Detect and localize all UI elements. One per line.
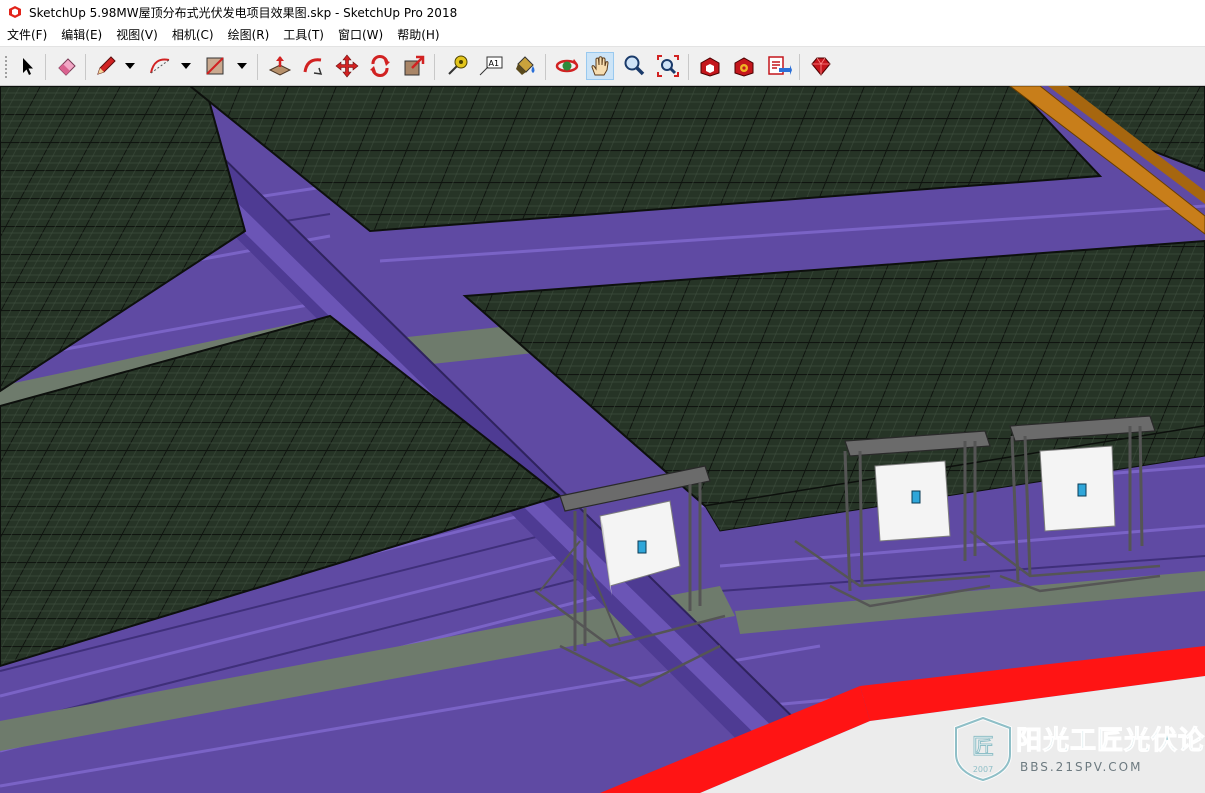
toolbar-separator: [688, 54, 689, 80]
chevron-down-icon: [181, 63, 191, 69]
orbit-button[interactable]: [553, 52, 581, 80]
ruby-icon: [811, 57, 831, 76]
zoom-extents-button[interactable]: [654, 52, 682, 80]
menu-help[interactable]: 帮助(H): [390, 24, 446, 46]
toolbar-separator: [257, 54, 258, 80]
menu-view[interactable]: 视图(V): [109, 24, 165, 46]
pencil-icon: [97, 56, 116, 75]
push-pull-button[interactable]: [266, 52, 294, 80]
pencil-dropdown[interactable]: [123, 56, 137, 76]
extension-warehouse-button[interactable]: [730, 52, 758, 80]
main-toolbar: A1: [0, 46, 1205, 86]
watermark-seal-text: 匠: [972, 735, 994, 760]
follow-me-button[interactable]: [299, 52, 327, 80]
menu-draw[interactable]: 绘图(R): [221, 24, 277, 46]
watermark-url: BBS.21SPV.COM: [1020, 760, 1143, 774]
chevron-down-icon: [237, 63, 247, 69]
zoom-icon: [624, 55, 645, 76]
rectangle-button[interactable]: [201, 52, 229, 80]
pan-icon: [591, 56, 609, 76]
layout-button[interactable]: [765, 52, 793, 80]
pencil-button[interactable]: [92, 52, 120, 80]
paint-bucket-icon: [516, 56, 535, 75]
menu-file[interactable]: 文件(F): [0, 24, 54, 46]
follow-me-icon: [303, 58, 323, 75]
rectangle-icon: [206, 57, 224, 75]
select-icon: [23, 58, 33, 75]
text-icon: A1: [479, 56, 503, 76]
orbit-icon: [555, 59, 579, 73]
chevron-down-icon: [125, 63, 135, 69]
title-bar: SketchUp 5.98MW屋顶分布式光伏发电项目效果图.skp - Sket…: [0, 0, 1205, 24]
zoom-button[interactable]: [620, 52, 648, 80]
forum-watermark: 匠 2007 阳光工匠光伏论坛 BBS.21SPV.COM: [952, 714, 1205, 789]
model-viewport[interactable]: 匠 2007 阳光工匠光伏论坛 BBS.21SPV.COM: [0, 86, 1205, 793]
arc-icon: [150, 58, 170, 74]
rectangle-dropdown[interactable]: [235, 56, 249, 76]
tape-measure-button[interactable]: [443, 52, 471, 80]
move-button[interactable]: [333, 52, 361, 80]
warehouse-icon: [700, 57, 720, 77]
warehouse-button[interactable]: [696, 52, 724, 80]
menu-tools[interactable]: 工具(T): [276, 24, 331, 46]
tape-measure-icon: [448, 55, 468, 75]
push-pull-icon: [268, 56, 292, 76]
toolbar-separator: [799, 54, 800, 80]
toolbar-separator: [434, 54, 435, 80]
menu-camera[interactable]: 相机(C): [165, 24, 221, 46]
toolbar-separator: [45, 54, 46, 80]
scale-button[interactable]: [400, 52, 428, 80]
rooftop-pv-scene: [0, 86, 1205, 793]
menu-edit[interactable]: 编辑(E): [54, 24, 109, 46]
toolbar-separator: [545, 54, 546, 80]
eraser-button[interactable]: [53, 52, 81, 80]
ruby-console-button[interactable]: [807, 52, 835, 80]
toolbar-separator: [85, 54, 86, 80]
scale-icon: [404, 55, 425, 76]
window-title: SketchUp 5.98MW屋顶分布式光伏发电项目效果图.skp - Sket…: [29, 5, 458, 20]
menu-bar: 文件(F) 编辑(E) 视图(V) 相机(C) 绘图(R) 工具(T) 窗口(W…: [0, 24, 1205, 46]
move-icon: [335, 54, 359, 78]
eraser-icon: [58, 58, 76, 76]
arc-button[interactable]: [146, 52, 174, 80]
toolbar-grip[interactable]: [4, 55, 8, 79]
menu-window[interactable]: 窗口(W): [331, 24, 390, 46]
watermark-year: 2007: [973, 765, 993, 774]
rotate-icon: [370, 55, 390, 77]
pan-button[interactable]: [586, 52, 614, 80]
text-button[interactable]: A1: [477, 52, 505, 80]
forum-seal-logo: 匠 2007: [954, 716, 1012, 782]
watermark-title: 阳光工匠光伏论坛: [1015, 726, 1205, 757]
text-tool-label: A1: [489, 59, 500, 68]
paint-bucket-button[interactable]: [511, 52, 539, 80]
layout-icon: [768, 56, 792, 75]
extension-warehouse-icon: [734, 57, 754, 77]
sketchup-logo-icon: [9, 6, 21, 18]
select-button[interactable]: [13, 52, 41, 80]
rotate-button[interactable]: [366, 52, 394, 80]
zoom-extents-icon: [657, 55, 679, 77]
arc-dropdown[interactable]: [179, 56, 193, 76]
